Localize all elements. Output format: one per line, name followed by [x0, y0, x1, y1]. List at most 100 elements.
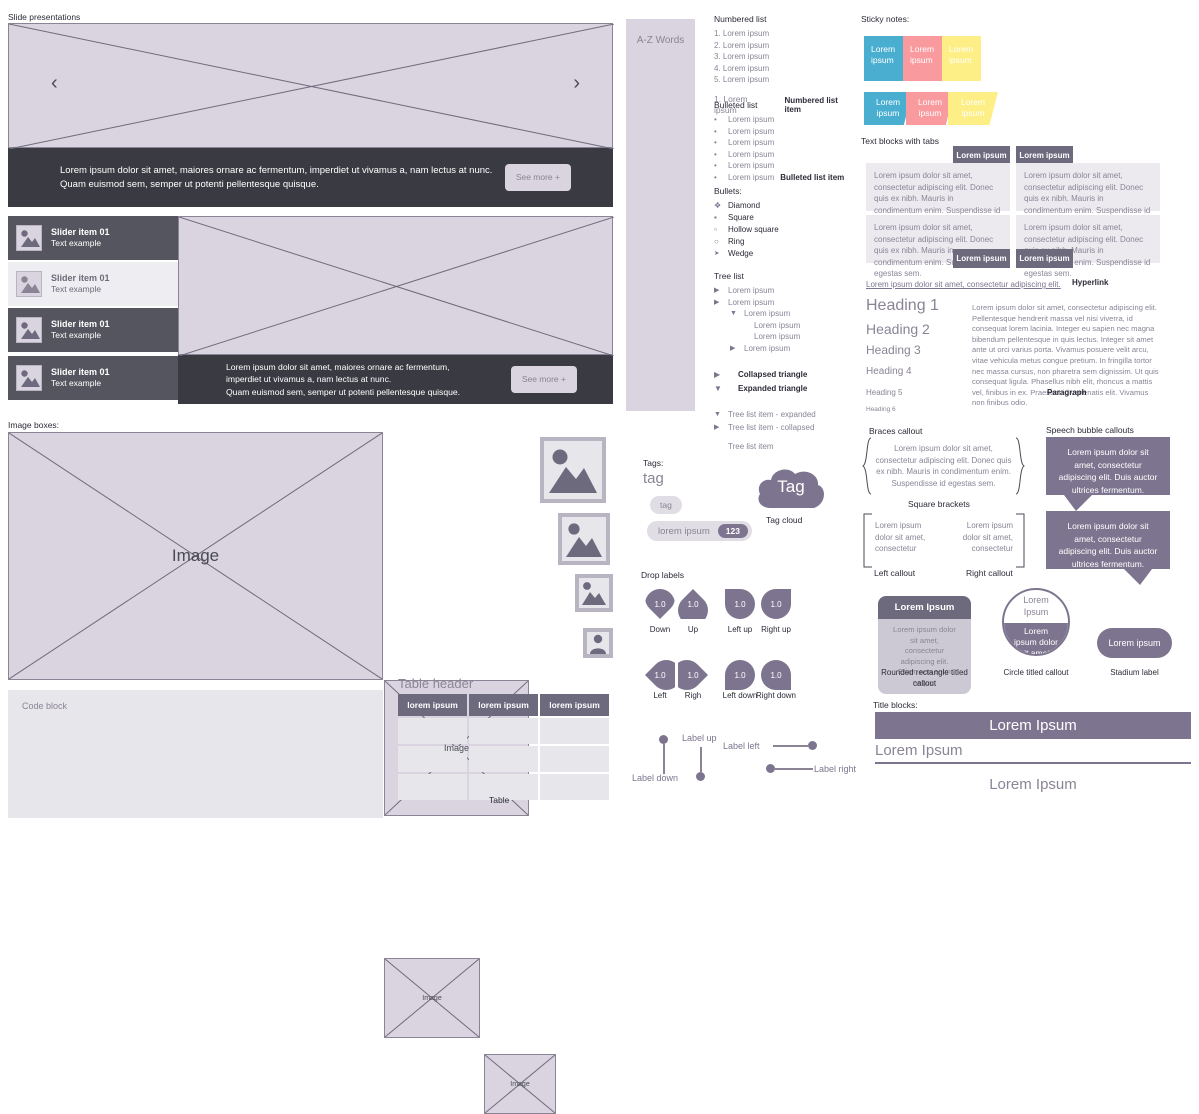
label-dot — [659, 735, 668, 744]
bulleted-list-group: Bulleted list • Lorem ipsum • Lorem ipsum … — [714, 100, 854, 183]
drop-label-right-down[interactable]: 1.0 — [761, 660, 791, 690]
drop-label-left-up[interactable]: 1.0 — [725, 589, 755, 619]
collapsed-triangle-icon[interactable]: ▶ — [730, 343, 744, 355]
heading-4: Heading 4 — [866, 366, 912, 377]
heading-2: Heading 2 — [866, 321, 930, 337]
slide-presentation-secondary[interactable]: Lorem ipsum dolor sit amet, maiores orna… — [178, 216, 614, 404]
slide-image-placeholder: ‹ › — [8, 23, 614, 149]
slide-presentation-main[interactable]: ‹ › Lorem ipsum dolor sit amet, maiores … — [8, 23, 614, 207]
title-block-underlined: Lorem Ipsum — [875, 742, 1191, 764]
drop-label-left-down[interactable]: 1.0 — [725, 660, 755, 690]
list-item-subtitle: Text example — [51, 238, 102, 249]
tree-legend-label: Expanded triangle — [738, 384, 808, 393]
slide-prev-arrow[interactable]: ‹ — [51, 72, 58, 95]
square-bullet-icon: ▪ — [714, 213, 717, 222]
list-item-text: 2. Lorem ipsum — [714, 40, 770, 50]
heading-6: Heading 6 — [866, 406, 896, 413]
slide-image-placeholder — [178, 216, 614, 356]
heading-5: Heading 5 — [866, 388, 903, 397]
drop-label-right-up[interactable]: 1.0 — [761, 589, 791, 619]
sticky-note-line-2: ipsum — [949, 54, 972, 65]
avatar-placeholder — [583, 628, 613, 658]
list-item: 1. Lorem ipsum — [714, 28, 854, 40]
tree-row-label: Lorem ipsum — [728, 286, 775, 295]
stadium-label-caption: Stadium label — [1110, 668, 1159, 677]
collapsed-triangle-icon[interactable]: ▶ — [714, 285, 728, 297]
sticky-note[interactable]: Lorem ipsum — [942, 36, 981, 81]
sticky-note-line-1: Lorem — [875, 97, 901, 107]
code-block: Code block — [8, 690, 383, 818]
photo-placeholder-large — [540, 437, 606, 503]
tag-count-badge: 123 — [717, 524, 748, 538]
stadium-label[interactable]: Lorem ipsum — [1097, 628, 1172, 658]
hyperlink[interactable]: Lorem ipsum dolor sit amet, consectetur … — [866, 280, 1061, 289]
list-item-title: Slider item 01 — [51, 227, 110, 238]
bullet-label: Diamond — [728, 201, 761, 210]
label-dot — [808, 741, 817, 750]
sticky-note[interactable]: Lorem ipsum — [864, 36, 903, 81]
slider-item-list[interactable]: Slider item 01 Text example Slider item … — [8, 216, 178, 400]
drop-label-right[interactable]: 1.0 — [678, 660, 708, 690]
list-item[interactable]: Slider item 01 Text example — [8, 216, 178, 260]
bullet-icon: • — [714, 115, 717, 124]
list-item[interactable]: Slider item 01 Text example — [8, 356, 178, 400]
label-connector-line — [700, 747, 702, 772]
heading-3: Heading 3 — [866, 343, 921, 357]
square-brackets-callout: Lorem ipsum dolor sit amet, consectetur … — [862, 513, 1026, 568]
tree-row[interactable]: ▶ Lorem ipsum — [714, 285, 859, 297]
tab-bottom-right[interactable]: Lorem ipsum — [1016, 249, 1073, 268]
drop-label-caption-up: Up — [687, 625, 699, 634]
slide-caption-bar: Lorem ipsum dolor sit amet, maiores orna… — [178, 355, 613, 404]
expanded-triangle-icon[interactable]: ▼ — [730, 308, 744, 320]
label-line-right — [766, 764, 813, 773]
tree-row-label: Lorem ipsum — [754, 320, 801, 330]
list-item-subtitle: Text example — [51, 378, 102, 389]
drop-label-down[interactable]: 1.0 — [645, 589, 675, 619]
sticky-note-slanted[interactable]: Lorem ipsum — [906, 92, 954, 125]
diamond-bullet-icon: ❖ — [714, 201, 722, 210]
circle-callout-title-line-1: Lorem — [1023, 595, 1049, 605]
expanded-triangle-icon: ▼ — [714, 384, 722, 393]
bullet-icon: • — [714, 161, 717, 170]
list-item-text: Lorem ipsum — [728, 138, 775, 147]
list-item[interactable]: Slider item 01 Text example — [8, 308, 178, 352]
see-more-button[interactable]: See more + — [510, 366, 577, 393]
slide-next-arrow[interactable]: › — [573, 72, 580, 95]
braces-callout: Lorem ipsum dolor sit amet, consectetur … — [861, 437, 1026, 495]
tree-row[interactable]: ▶ Lorem ipsum — [714, 297, 859, 309]
hollow-square-bullet-icon: ▫ — [714, 225, 717, 234]
tag-plain-text[interactable]: tag — [643, 470, 664, 487]
list-item-title: Slider item 01 — [51, 273, 110, 284]
collapsed-triangle-icon[interactable]: ▶ — [714, 297, 728, 309]
az-words-panel[interactable]: A-Z Words — [626, 19, 695, 411]
sticky-note-slanted[interactable]: Lorem ipsum — [948, 92, 998, 125]
list-item[interactable]: Slider item 01 Text example — [8, 262, 178, 306]
sticky-note[interactable]: Lorem ipsum — [903, 36, 942, 81]
drop-label-up[interactable]: 1.0 — [678, 589, 708, 619]
tree-row-label: Lorem ipsum — [754, 332, 801, 341]
tree-row[interactable]: ▶ Lorem ipsum — [714, 343, 859, 355]
circle-titled-callout: Lorem Ipsum Lorem ipsum dolor sit amet. — [1002, 588, 1070, 656]
tag-pill[interactable]: tag — [650, 496, 682, 514]
table-column-header: lorem ipsum — [540, 694, 609, 716]
tag-cloud[interactable]: Tag — [755, 464, 827, 509]
sticky-note-line-1: Lorem — [910, 44, 935, 54]
sticky-note-slanted[interactable]: Lorem ipsum — [864, 92, 912, 125]
section-label-braces-callout: Braces callout — [869, 426, 923, 436]
tree-row: Lorem ipsum — [714, 331, 859, 343]
list-item-text: 1. Lorem ipsum — [714, 29, 770, 38]
drop-label-left[interactable]: 1.0 — [645, 660, 675, 690]
photo-placeholder-small — [575, 574, 613, 612]
tag-pill-with-count[interactable]: lorem ipsum 123 — [647, 521, 752, 541]
slide2-caption-line-1: Lorem ipsum dolor sit amet, maiores orna… — [226, 362, 450, 373]
list-item: • Lorem ipsum — [714, 126, 854, 138]
speech-bubble-text: Lorem ipsum dolor sit amet, consectetur … — [1046, 511, 1170, 569]
bullet-row: ➤ Wedge — [714, 248, 854, 260]
tree-blank-marker — [714, 440, 728, 453]
see-more-button[interactable]: See more + — [504, 164, 571, 191]
tree-row[interactable]: ▼ Lorem ipsum — [714, 308, 859, 320]
image-box-label: Image — [510, 1080, 530, 1088]
table-cell — [540, 718, 609, 744]
tab-bottom-left[interactable]: Lorem ipsum — [953, 249, 1010, 268]
tree-list-group: Tree list ▶ Lorem ipsum ▶ Lorem ipsum ▼ Lor… — [714, 271, 859, 453]
